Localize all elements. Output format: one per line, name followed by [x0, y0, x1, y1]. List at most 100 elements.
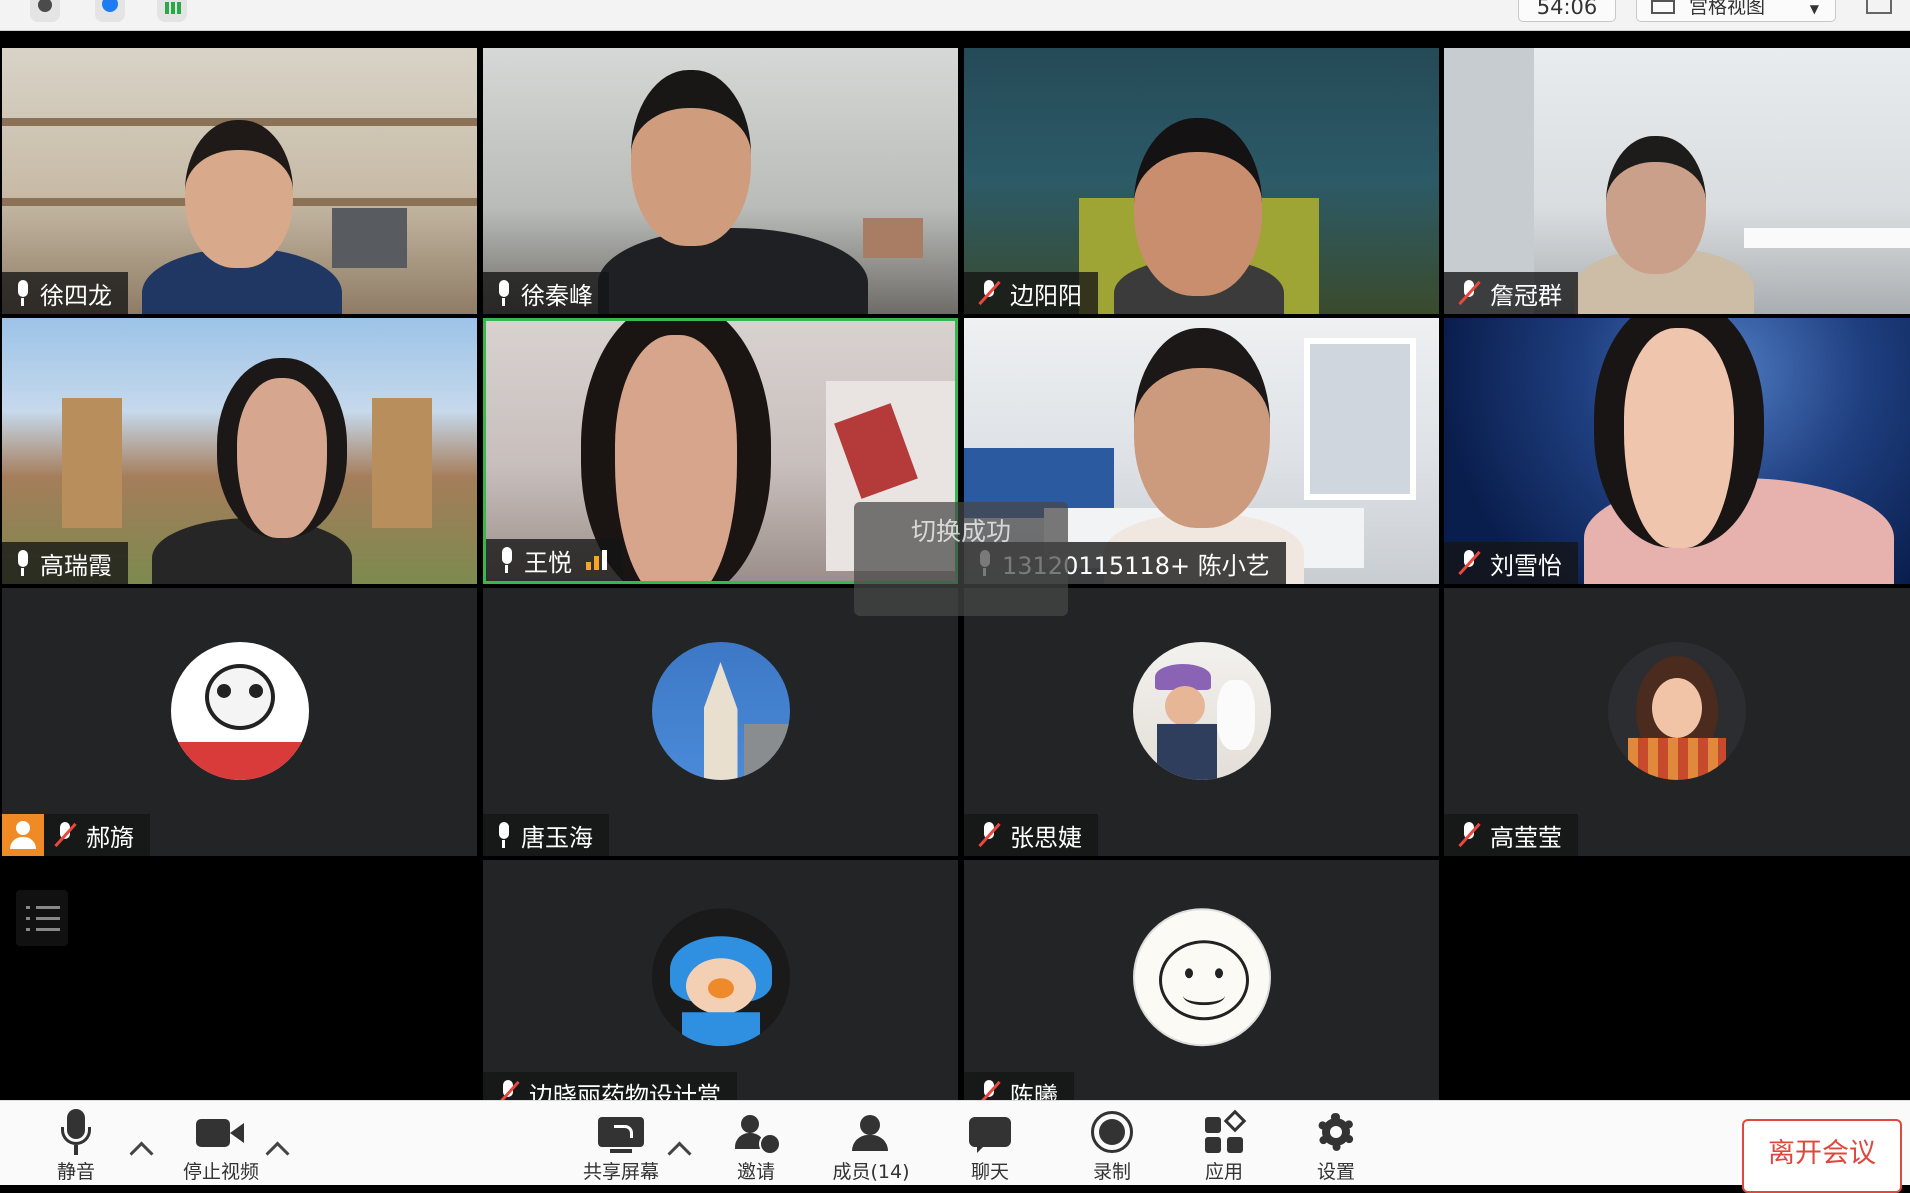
participant-name: 徐四龙 — [40, 281, 112, 310]
participant-name: 陈曦 — [1010, 1081, 1058, 1101]
mute-label: 静音 — [56, 1161, 95, 1183]
fullscreen-icon[interactable] — [1866, 0, 1892, 14]
participant-name-tag: 徐秦峰 — [483, 272, 609, 314]
chat-button[interactable]: 聊天 — [960, 1109, 1020, 1184]
participant-name-tag: 刘雪怡 — [1444, 542, 1578, 584]
info-icon[interactable] — [30, 0, 60, 22]
invite-user-icon — [733, 1109, 781, 1155]
avatar — [651, 908, 790, 1047]
participant-name-tag: 张思婕 — [964, 814, 1098, 856]
participant-name-tag: 郝旖 — [2, 814, 150, 856]
participant-name: 王悦 — [524, 548, 572, 577]
microphone-icon — [498, 547, 516, 573]
microphone-muted-icon — [495, 1080, 521, 1100]
microphone-muted-icon — [1456, 280, 1482, 306]
participant-name: 郝旖 — [86, 823, 134, 852]
leave-meeting-button[interactable]: 离开会议 — [1742, 1119, 1902, 1193]
avatar — [1132, 908, 1271, 1047]
audio-level-icon — [586, 550, 607, 570]
video-tile[interactable]: 詹冠群 — [1444, 48, 1910, 314]
microphone-muted-icon — [1456, 822, 1482, 848]
gallery-view-icon — [1651, 0, 1675, 14]
avatar-tile[interactable]: 陈曦 — [964, 860, 1439, 1100]
participant-name: 詹冠群 — [1490, 281, 1562, 310]
participant-name-tag: 边阳阳 — [964, 272, 1098, 314]
avatar — [170, 641, 309, 780]
participant-name-tag: 詹冠群 — [1444, 272, 1578, 314]
share-screen-label: 共享屏幕 — [582, 1161, 659, 1183]
settings-button[interactable]: 设置 — [1306, 1109, 1366, 1184]
gear-icon — [1313, 1109, 1359, 1155]
network-signal-icon[interactable] — [157, 0, 187, 22]
view-mode-dropdown[interactable]: 宫格视图 ▼ — [1636, 0, 1836, 22]
meeting-timer: 54:06 — [1518, 0, 1616, 22]
settings-label: 设置 — [1316, 1161, 1355, 1183]
video-tile[interactable]: 边阳阳 — [964, 48, 1439, 314]
microphone-muted-icon — [976, 280, 1002, 306]
participants-icon — [848, 1109, 894, 1155]
participant-name-tag: 高瑞霞 — [2, 542, 128, 584]
avatar-tile[interactable]: 张思婕 — [964, 588, 1439, 856]
participant-name: 刘雪怡 — [1490, 551, 1562, 580]
participant-name-tag: 高莹莹 — [1444, 814, 1578, 856]
participant-name: 边阳阳 — [1010, 281, 1082, 310]
microphone-icon — [495, 280, 513, 306]
apps-grid-icon — [1201, 1109, 1247, 1155]
participant-name-tag: 唐玉海 — [483, 814, 609, 856]
video-tile[interactable]: 徐秦峰 — [483, 48, 958, 314]
participant-name: 张思婕 — [1010, 823, 1082, 852]
video-options-chevron-icon[interactable] — [265, 1141, 290, 1166]
audio-options-chevron-icon[interactable] — [129, 1141, 154, 1166]
security-shield-icon[interactable] — [95, 0, 125, 22]
avatar-tile[interactable]: 高莹莹 — [1444, 588, 1910, 856]
avatar-tile[interactable]: 唐玉海 — [483, 588, 958, 856]
avatar — [1132, 641, 1271, 780]
participant-name: 高瑞霞 — [40, 551, 112, 580]
participant-name-tag: 陈曦 — [964, 1072, 1074, 1100]
switch-success-toast: 切换成功 — [854, 502, 1068, 616]
microphone-icon — [495, 822, 513, 848]
empty-tile — [1444, 860, 1910, 1100]
invite-button[interactable]: 邀请 — [726, 1109, 786, 1184]
chat-bubble-icon — [969, 1109, 1011, 1155]
video-tile[interactable]: 徐四龙 — [2, 48, 477, 314]
microphone-icon — [61, 1109, 91, 1155]
participants-button[interactable]: 成员(14) — [826, 1109, 916, 1184]
microphone-icon — [14, 280, 32, 306]
view-mode-label: 宫格视图 — [1689, 0, 1766, 18]
share-options-chevron-icon[interactable] — [667, 1141, 692, 1166]
participant-list-toggle-icon[interactable] — [16, 890, 68, 946]
record-icon — [1089, 1109, 1135, 1155]
microphone-icon — [14, 550, 32, 576]
meeting-toolbar: 静音 停止视频 共享屏幕 邀请 成员(14) 聊天 录制 应用 设置 离开会议 — [0, 1100, 1910, 1193]
apps-button[interactable]: 应用 — [1194, 1109, 1254, 1184]
participant-name: 高莹莹 — [1490, 823, 1562, 852]
empty-tile — [2, 860, 477, 1100]
host-user-icon — [2, 814, 44, 856]
stop-video-label: 停止视频 — [182, 1161, 259, 1183]
stop-video-button[interactable]: 停止视频 — [176, 1109, 266, 1184]
participant-name: 边晓丽药物设计赏 — [529, 1081, 721, 1101]
microphone-muted-icon — [976, 1080, 1002, 1100]
avatar — [651, 641, 790, 780]
video-tile[interactable]: 刘雪怡 — [1444, 318, 1910, 584]
participant-name: 唐玉海 — [521, 823, 593, 852]
chevron-down-icon: ▼ — [1809, 2, 1819, 16]
participant-name-tag: 边晓丽药物设计赏 — [483, 1072, 737, 1100]
apps-label: 应用 — [1204, 1161, 1243, 1183]
mute-button[interactable]: 静音 — [46, 1109, 106, 1184]
participants-label: 成员(14) — [832, 1161, 910, 1183]
chat-label: 聊天 — [970, 1161, 1009, 1183]
avatar-tile[interactable]: 郝旖 — [2, 588, 477, 856]
record-label: 录制 — [1092, 1161, 1131, 1183]
share-screen-button[interactable]: 共享屏幕 — [576, 1109, 666, 1184]
meeting-top-bar: 54:06 宫格视图 ▼ — [0, 0, 1910, 31]
record-button[interactable]: 录制 — [1082, 1109, 1142, 1184]
video-tile[interactable]: 高瑞霞 — [2, 318, 477, 584]
video-camera-icon — [196, 1109, 246, 1155]
avatar — [1608, 641, 1746, 780]
share-screen-icon — [596, 1109, 646, 1155]
participant-name: 徐秦峰 — [521, 281, 593, 310]
avatar-tile[interactable]: 边晓丽药物设计赏 — [483, 860, 958, 1100]
microphone-muted-icon — [1456, 550, 1482, 576]
